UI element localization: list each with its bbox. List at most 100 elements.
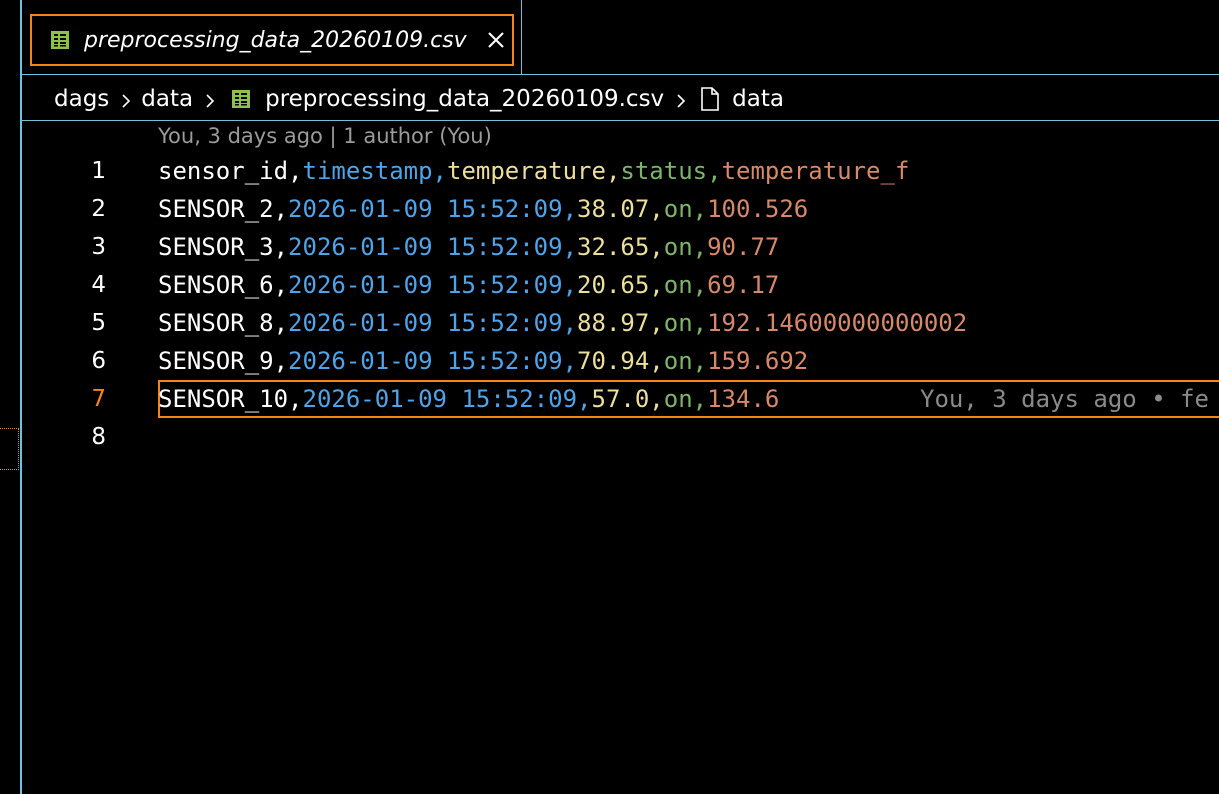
line-number: 1 [91, 158, 106, 184]
csv-cell: timestamp [302, 157, 433, 185]
csv-cell: 69.17 [707, 271, 780, 299]
csv-delimiter: , [692, 271, 708, 299]
editor-window: preprocessing_data_20260109.csv dags dat… [0, 0, 1219, 794]
sidebar-drop-indicator [0, 428, 19, 470]
code-text: SENSOR_3,2026-01-09 15:52:09,32.65,on,90… [158, 228, 779, 266]
line-number: 7 [91, 386, 106, 412]
code-text: SENSOR_2,2026-01-09 15:52:09,38.07,on,10… [158, 190, 808, 228]
csv-cell: 100.526 [707, 195, 809, 223]
code-line[interactable]: 3 SENSOR_3,2026-01-09 15:52:09,32.65,on,9… [22, 228, 1219, 266]
csv-cell: status [620, 157, 708, 185]
csv-delimiter: , [649, 309, 664, 337]
breadcrumb-item-dags[interactable]: dags [54, 86, 109, 112]
csv-cell: on [663, 195, 693, 223]
breadcrumb-item-file[interactable]: preprocessing_data_20260109.csv [265, 86, 664, 112]
line-number: 6 [91, 348, 106, 374]
chevron-right-icon [201, 90, 219, 108]
breadcrumb: dags data preprocessing_data_20260109.cs… [54, 80, 784, 118]
csv-delimiter: , [649, 271, 664, 299]
csv-delimiter: , [273, 195, 289, 223]
csv-delimiter: , [692, 347, 708, 375]
code-line[interactable]: 6 SENSOR_9,2026-01-09 15:52:09,70.94,on,1… [22, 342, 1219, 380]
breadcrumb-item-symbol-data[interactable]: data [732, 86, 784, 112]
csv-delimiter: , [562, 271, 578, 299]
csv-cell: SENSOR_9 [158, 347, 274, 375]
chevron-right-icon [117, 90, 135, 108]
blame-codelens[interactable]: You, 3 days ago | 1 author (You) [158, 124, 492, 148]
csv-cell: 57.0 [591, 385, 650, 413]
csv-cell: 2026-01-09 15:52:09 [302, 385, 578, 413]
breadcrumb-item-data-folder[interactable]: data [141, 86, 193, 112]
csv-cell: temperature [447, 157, 606, 185]
code-line[interactable]: 4 SENSOR_6,2026-01-09 15:52:09,20.65,on,6… [22, 266, 1219, 304]
breadcrumb-divider [22, 120, 1219, 121]
tab-preprocessing-csv[interactable]: preprocessing_data_20260109.csv [22, 0, 522, 74]
csv-cell: on [663, 347, 693, 375]
table-icon [231, 89, 251, 109]
csv-cell: SENSOR_10 [158, 385, 289, 413]
inline-blame: You, 3 days ago • fe [920, 385, 1209, 413]
file-icon [700, 87, 720, 111]
code-text: SENSOR_10,2026-01-09 15:52:09,57.0,on,13… [158, 380, 779, 418]
csv-delimiter: , [649, 233, 664, 261]
csv-cell: 90.77 [707, 233, 780, 261]
table-icon [50, 30, 70, 50]
csv-cell: 134.6 [707, 385, 780, 413]
code-line[interactable]: 1 sensor_id,timestamp,temperature,status,… [22, 152, 1219, 190]
csv-cell: 88.97 [577, 309, 650, 337]
close-icon[interactable] [485, 29, 507, 51]
code-text: SENSOR_9,2026-01-09 15:52:09,70.94,on,15… [158, 342, 808, 380]
code-text: sensor_id,timestamp,temperature,status,t… [158, 152, 909, 190]
csv-delimiter: , [692, 309, 708, 337]
csv-delimiter: , [432, 157, 447, 185]
code-line[interactable]: 7 SENSOR_10,2026-01-09 15:52:09,57.0,on,1… [22, 380, 1219, 418]
csv-delimiter: , [562, 195, 578, 223]
csv-delimiter: , [707, 157, 722, 185]
tab-bar: preprocessing_data_20260109.csv [22, 0, 1219, 75]
code-line[interactable]: 8 [22, 418, 1219, 456]
csv-cell: 38.07 [577, 195, 650, 223]
csv-cell: 32.65 [577, 233, 650, 261]
chevron-right-icon [672, 90, 690, 108]
csv-delimiter: , [692, 233, 708, 261]
csv-cell: 2026-01-09 15:52:09 [288, 347, 563, 375]
tab-title: preprocessing_data_20260109.csv [84, 27, 467, 53]
csv-cell: temperature_f [721, 157, 910, 185]
csv-cell: on [663, 271, 693, 299]
csv-delimiter: , [273, 233, 289, 261]
tab-focus-outline[interactable]: preprocessing_data_20260109.csv [30, 14, 514, 66]
code-text: SENSOR_8,2026-01-09 15:52:09,88.97,on,19… [158, 304, 967, 342]
line-number: 4 [91, 272, 106, 298]
csv-delimiter: , [288, 385, 303, 413]
csv-delimiter: , [273, 347, 289, 375]
code-editor[interactable]: 1 sensor_id,timestamp,temperature,status,… [22, 152, 1219, 456]
code-line[interactable]: 5 SENSOR_8,2026-01-09 15:52:09,88.97,on,1… [22, 304, 1219, 342]
csv-cell: 192.14600000000002 [707, 309, 968, 337]
csv-delimiter: , [649, 195, 664, 223]
csv-delimiter: , [273, 271, 289, 299]
csv-cell: on [663, 309, 693, 337]
csv-delimiter: , [288, 157, 303, 185]
csv-delimiter: , [692, 195, 708, 223]
csv-cell: on [663, 385, 693, 413]
csv-cell: 70.94 [577, 347, 650, 375]
line-number: 5 [91, 310, 106, 336]
csv-cell: SENSOR_6 [158, 271, 274, 299]
code-line[interactable]: 2 SENSOR_2,2026-01-09 15:52:09,38.07,on,1… [22, 190, 1219, 228]
csv-delimiter: , [605, 157, 621, 185]
csv-cell: 2026-01-09 15:52:09 [288, 309, 563, 337]
csv-cell: 159.692 [707, 347, 809, 375]
code-text: SENSOR_6,2026-01-09 15:52:09,20.65,on,69… [158, 266, 779, 304]
csv-cell: 2026-01-09 15:52:09 [288, 233, 563, 261]
csv-cell: SENSOR_8 [158, 309, 274, 337]
csv-cell: 20.65 [577, 271, 650, 299]
csv-delimiter: , [649, 385, 664, 413]
csv-cell: SENSOR_3 [158, 233, 274, 261]
csv-delimiter: , [649, 347, 664, 375]
csv-delimiter: , [562, 309, 578, 337]
csv-delimiter: , [273, 309, 289, 337]
csv-delimiter: , [562, 347, 578, 375]
csv-cell: on [663, 233, 693, 261]
line-number: 8 [91, 424, 106, 450]
csv-delimiter: , [692, 385, 708, 413]
